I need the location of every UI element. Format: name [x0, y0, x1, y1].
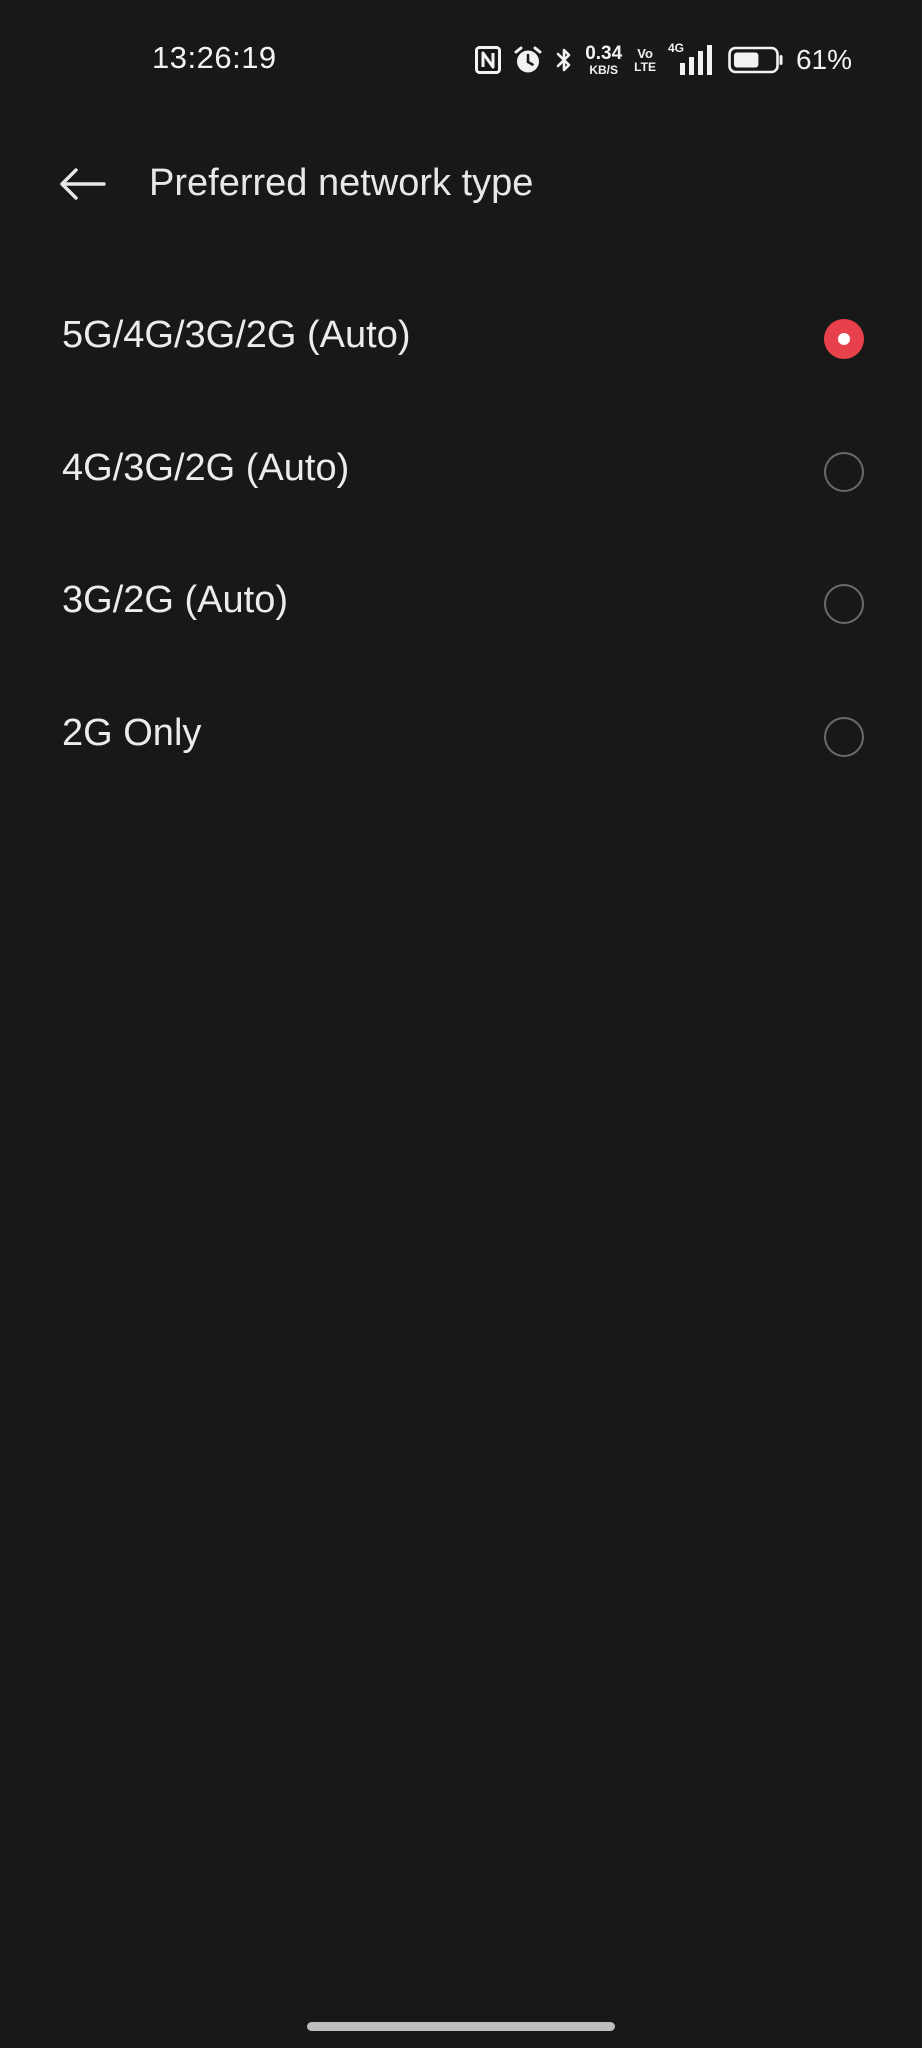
alarm-icon	[513, 45, 543, 75]
back-button[interactable]	[50, 160, 114, 212]
option-label: 3G/2G (Auto)	[62, 579, 288, 621]
home-indicator[interactable]	[307, 2022, 615, 2031]
app-bar: Preferred network type	[0, 140, 922, 230]
net-speed-value: 0.34	[585, 43, 623, 64]
option-3g-2g-auto[interactable]: 3G/2G (Auto)	[0, 539, 922, 672]
nfc-icon	[475, 46, 502, 74]
radio-button[interactable]	[824, 584, 864, 624]
volte-bottom: LTE	[634, 60, 656, 74]
status-time: 13:26:19	[152, 40, 277, 75]
option-label: 2G Only	[62, 711, 202, 754]
status-icons: 0.34 KB/S Vo LTE 4G 61%	[475, 40, 852, 80]
status-bar: 13:26:19 0.34 KB/S Vo LTE 4G 61%	[0, 0, 922, 120]
signal-icon: 4G	[668, 41, 716, 77]
radio-button[interactable]	[824, 451, 864, 492]
network-type-options: 5G/4G/3G/2G (Auto) 4G/3G/2G (Auto) 3G/2G…	[0, 274, 922, 804]
option-label: 4G/3G/2G (Auto)	[62, 446, 350, 489]
radio-button[interactable]	[824, 319, 864, 359]
battery-icon	[728, 46, 784, 74]
option-5g-4g-3g-2g-auto[interactable]: 5G/4G/3G/2G (Auto)	[0, 274, 922, 407]
bluetooth-icon	[555, 45, 573, 75]
net-speed: 0.34 KB/S	[585, 44, 622, 76]
option-4g-3g-2g-auto[interactable]: 4G/3G/2G (Auto)	[0, 407, 922, 540]
arrow-left-icon	[58, 167, 106, 206]
option-2g-only[interactable]: 2G Only	[0, 672, 922, 805]
volte-top: Vo	[637, 46, 653, 61]
net-speed-unit: KB/S	[589, 63, 619, 77]
option-label: 5G/4G/3G/2G (Auto)	[62, 314, 411, 356]
radio-button[interactable]	[824, 716, 864, 757]
volte-indicator: Vo LTE	[634, 47, 656, 73]
battery-percent: 61%	[795, 44, 852, 75]
page-title: Preferred network type	[149, 162, 534, 204]
